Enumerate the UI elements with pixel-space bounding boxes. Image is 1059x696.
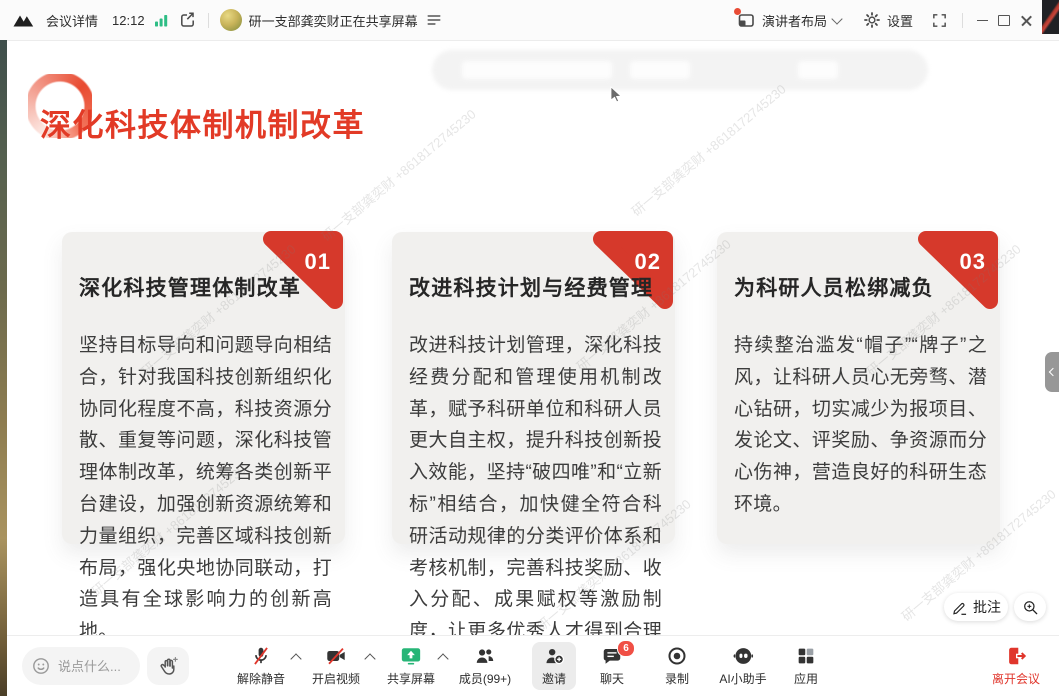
- unmute-button[interactable]: 解除静音: [237, 642, 285, 690]
- settings-button[interactable]: 设置: [887, 11, 913, 30]
- toolbar-item-label: 邀请: [542, 670, 566, 687]
- share-options-caret[interactable]: [437, 653, 448, 664]
- leave-meeting-icon: [1005, 645, 1027, 667]
- video-options-caret[interactable]: [364, 653, 375, 664]
- ai-assistant-button[interactable]: AI小助手: [719, 642, 766, 690]
- record-button[interactable]: 录制: [665, 642, 689, 690]
- sharing-status-text: 研一支部龚奕财正在共享屏幕: [249, 11, 418, 30]
- raise-hand-button[interactable]: [147, 647, 189, 685]
- card-number: 01: [305, 249, 331, 275]
- meeting-timer: 12:12: [112, 13, 145, 28]
- quick-chat-pill[interactable]: [22, 647, 140, 685]
- annotate-label: 批注: [973, 597, 1001, 617]
- screen-share-icon: [400, 645, 422, 667]
- card-heading: 为科研人员松绑减负: [734, 272, 934, 302]
- titlebar: 会议详情 12:12 研一支部龚奕财正在共享屏幕 演讲者布局: [0, 0, 1059, 41]
- close-button[interactable]: [1015, 0, 1037, 40]
- card-body: 改进科技计划管理，深化科技经费分配和管理使用机制改革，赋予科研单位和科研人员更大…: [409, 330, 662, 680]
- toolbar-item-label: 成员(99+): [459, 670, 511, 687]
- slide-card-2: 02 改进科技计划与经费管理 改进科技计划管理，深化科技经费分配和管理使用机制改…: [392, 232, 675, 692]
- card-heading: 改进科技计划与经费管理: [409, 272, 653, 302]
- raise-hand-icon: [157, 655, 179, 677]
- invite-icon: [542, 645, 566, 667]
- slide-card-1: 01 深化科技管理体制改革 坚持目标导向和问题导向相结合，针对我国科技创新组织化…: [62, 232, 345, 692]
- card-body: 坚持目标导向和问题导向相结合，针对我国科技创新组织化协同化程度不高，科技资源分散…: [79, 330, 332, 648]
- card-heading: 深化科技管理体制改革: [79, 272, 301, 302]
- toolbar-item-label: 解除静音: [237, 670, 285, 687]
- card-number: 03: [960, 249, 986, 275]
- titlebar-divider: [208, 13, 209, 28]
- apps-button[interactable]: 应用: [794, 642, 818, 690]
- layout-icon: [736, 10, 756, 30]
- share-screen-button[interactable]: 共享屏幕: [387, 642, 435, 690]
- toolbar-item-label: 开启视频: [312, 670, 360, 687]
- meeting-details-button[interactable]: 会议详情: [46, 11, 98, 30]
- slide-title: 深化科技体制机制改革: [40, 100, 365, 145]
- annotate-button[interactable]: 批注: [944, 593, 1008, 621]
- app-logo: [12, 10, 36, 30]
- card-body: 持续整治滥发“帽子”“牌子”之风，让科研人员心无旁骛、潜心钻研，切实减少为报项目…: [734, 330, 987, 521]
- camera-off-icon: [325, 645, 347, 667]
- meeting-toolbar: 解除静音 开启视频 共享屏幕 成员(99+): [0, 635, 1059, 696]
- toolbar-item-label: 应用: [794, 670, 818, 687]
- toolbar-item-label: 聊天: [600, 670, 624, 687]
- apps-grid-icon: [795, 645, 817, 667]
- mouse-cursor: [610, 86, 622, 103]
- chevron-down-icon[interactable]: [831, 13, 842, 24]
- titlebar-divider: [962, 13, 963, 28]
- desktop-corner-artifact: [1042, 0, 1059, 34]
- signal-strength-icon: [155, 14, 168, 27]
- toolbar-item-label: 录制: [665, 670, 689, 687]
- toolbar-item-label: AI小助手: [719, 670, 766, 687]
- pen-icon: [951, 599, 968, 616]
- layout-selector[interactable]: 演讲者布局: [762, 11, 827, 30]
- members-icon: [473, 645, 497, 667]
- toolbar-item-label: 共享屏幕: [387, 670, 435, 687]
- desktop-background-strip: [0, 40, 7, 696]
- mic-options-caret[interactable]: [290, 653, 301, 664]
- minimize-button[interactable]: [971, 0, 993, 40]
- gear-icon[interactable]: [863, 11, 881, 29]
- ai-assistant-icon: [732, 645, 754, 667]
- record-icon: [666, 645, 688, 667]
- pop-out-share-icon[interactable]: [178, 11, 197, 30]
- maximize-button[interactable]: [993, 0, 1015, 40]
- emoji-icon[interactable]: [32, 657, 50, 675]
- start-video-button[interactable]: 开启视频: [312, 642, 360, 690]
- members-button[interactable]: 成员(99+): [459, 642, 511, 690]
- zoom-in-button[interactable]: [1014, 593, 1046, 621]
- chat-bubble-icon: 6: [601, 645, 623, 667]
- notification-dot: [734, 8, 741, 15]
- microphone-muted-icon: [250, 645, 272, 667]
- chat-button[interactable]: 6 聊天: [600, 642, 624, 690]
- collapse-panel-handle[interactable]: [1045, 352, 1059, 392]
- toolbar-item-label: 离开会议: [992, 670, 1040, 687]
- blurred-presenter-toolbar: [432, 50, 928, 90]
- magnifier-plus-icon: [1022, 599, 1039, 616]
- fullscreen-icon[interactable]: [931, 12, 948, 29]
- presenter-avatar: [220, 9, 242, 31]
- quick-chat-input[interactable]: [56, 658, 136, 675]
- slide-card-3: 03 为科研人员松绑减负 持续整治滥发“帽子”“牌子”之风，让科研人员心无旁骛、…: [717, 232, 1000, 692]
- share-detail-icon[interactable]: [426, 12, 442, 28]
- invite-button[interactable]: 邀请: [532, 642, 576, 690]
- leave-meeting-button[interactable]: 离开会议: [992, 642, 1040, 690]
- chevron-left-icon: [1049, 368, 1057, 376]
- chat-unread-badge: 6: [617, 640, 635, 657]
- meeting-window: 会议详情 12:12 研一支部龚奕财正在共享屏幕 演讲者布局: [0, 0, 1059, 696]
